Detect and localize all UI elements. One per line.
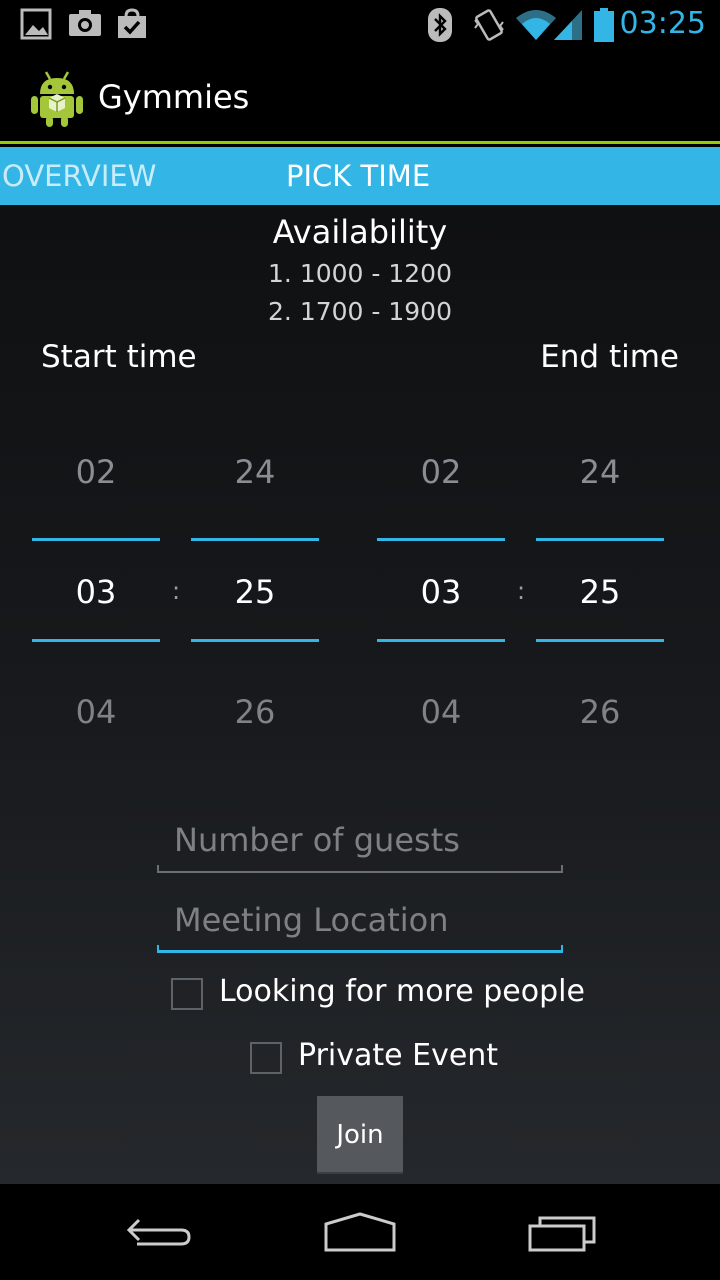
private-event-checkbox[interactable] [250, 1042, 282, 1074]
tab-pick-time[interactable]: PICK TIME [286, 159, 430, 193]
tab-overview[interactable]: OVERVIEW [2, 159, 156, 193]
availability-slot: 2. 1700 - 1900 [268, 297, 452, 326]
location-placeholder: Meeting Location [174, 901, 449, 939]
back-button[interactable] [100, 1202, 220, 1262]
android-robot-icon[interactable] [30, 70, 84, 128]
end-hour-prev[interactable]: 02 [377, 453, 505, 491]
start-hour-next[interactable]: 04 [32, 693, 160, 731]
guests-placeholder: Number of guests [174, 821, 460, 859]
home-icon [324, 1212, 396, 1252]
picker-divider [191, 538, 319, 541]
shopping-bag-check-icon [118, 8, 146, 38]
start-time-label: Start time [41, 339, 197, 375]
status-time: 03:25 [619, 6, 706, 41]
start-hour-picker[interactable]: 02 03 04 [32, 435, 160, 755]
wifi-icon [516, 10, 556, 40]
signal-icon [554, 10, 582, 40]
end-time-label: End time [540, 339, 679, 375]
picker-divider [32, 639, 160, 642]
start-minute-value[interactable]: 25 [191, 573, 319, 611]
end-minute-prev[interactable]: 24 [536, 453, 664, 491]
private-event-label[interactable]: Private Event [298, 1038, 498, 1073]
action-bar: Gymmies [0, 50, 720, 144]
recent-apps-button[interactable] [503, 1202, 623, 1262]
navigation-bar [0, 1184, 720, 1280]
end-minute-picker[interactable]: 24 25 26 [536, 435, 664, 755]
status-bar: 03:25 [0, 0, 720, 50]
recent-apps-icon [528, 1216, 596, 1252]
more-people-label[interactable]: Looking for more people [219, 974, 585, 1009]
battery-icon [594, 8, 614, 42]
end-minute-value[interactable]: 25 [536, 573, 664, 611]
start-hour-prev[interactable]: 02 [32, 453, 160, 491]
start-minute-prev[interactable]: 24 [191, 453, 319, 491]
picker-divider [32, 538, 160, 541]
end-time-separator: : [517, 577, 526, 605]
end-minute-next[interactable]: 26 [536, 693, 664, 731]
camera-icon [69, 10, 101, 36]
availability-title: Availability [272, 213, 448, 251]
guests-field[interactable]: Number of guests [157, 813, 563, 873]
picker-divider [536, 538, 664, 541]
availability-slot: 1. 1000 - 1200 [268, 259, 452, 288]
end-hour-next[interactable]: 04 [377, 693, 505, 731]
back-arrow-icon [126, 1218, 191, 1246]
vibrate-icon [474, 9, 504, 41]
bluetooth-icon [428, 8, 452, 42]
home-button[interactable] [300, 1202, 420, 1262]
start-minute-next[interactable]: 26 [191, 693, 319, 731]
end-hour-value[interactable]: 03 [377, 573, 505, 611]
location-field[interactable]: Meeting Location [157, 893, 563, 953]
pick-time-page: Availability 1. 1000 - 1200 2. 1700 - 19… [0, 205, 720, 1184]
more-people-checkbox[interactable] [171, 978, 203, 1010]
tab-strip: OVERVIEW PICK TIME [0, 147, 720, 205]
picker-divider [377, 538, 505, 541]
guests-underline [157, 865, 563, 873]
image-icon [20, 8, 52, 40]
picker-divider [191, 639, 319, 642]
picker-divider [377, 639, 505, 642]
location-underline [157, 945, 563, 953]
start-minute-picker[interactable]: 24 25 26 [191, 435, 319, 755]
end-hour-picker[interactable]: 02 03 04 [377, 435, 505, 755]
picker-divider [536, 639, 664, 642]
app-title: Gymmies [98, 78, 250, 116]
start-hour-value[interactable]: 03 [32, 573, 160, 611]
start-time-separator: : [172, 577, 181, 605]
join-button[interactable]: Join [317, 1096, 403, 1174]
